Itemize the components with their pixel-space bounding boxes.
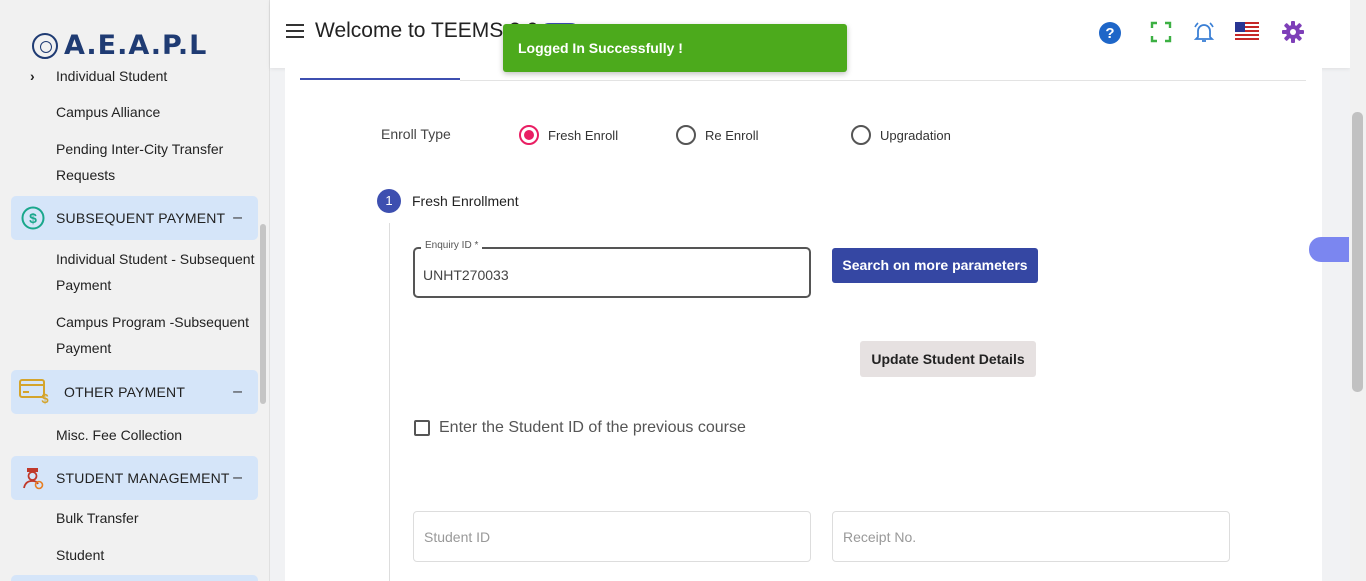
student-id-placeholder: Student ID [424, 529, 491, 545]
checkbox-label: Enter the Student ID of the previous cou… [439, 419, 746, 436]
enrollment-card: Enroll Type Fresh Enroll Re Enroll Upgra… [285, 68, 1322, 581]
sidebar-item-individual-student[interactable]: › Individual Student [30, 63, 256, 89]
radio-label: Upgradation [880, 127, 951, 143]
section-label: OTHER PAYMENT [64, 384, 186, 400]
sidebar-section-student-management[interactable]: STUDENT MANAGEMENT – [11, 456, 258, 500]
help-icon[interactable]: ? [1098, 21, 1122, 45]
sidebar-item-label: Individual Student - Subsequent Payment [56, 251, 255, 293]
radio-re-enroll[interactable]: Re Enroll [676, 125, 758, 145]
svg-text:$: $ [41, 391, 49, 405]
radio-label: Re Enroll [705, 127, 759, 143]
success-toast[interactable]: Logged In Successfully ! [503, 24, 847, 72]
sidebar-item-campus-subsequent[interactable]: Campus Program -Subsequent Payment [56, 309, 256, 361]
sidebar-item-label: Individual Student [56, 68, 168, 84]
enquiry-id-value: UNHT270033 [423, 267, 509, 283]
svg-text:?: ? [1105, 25, 1114, 42]
sidebar-item-misc-fee[interactable]: Misc. Fee Collection [56, 422, 256, 448]
svg-text:$: $ [29, 210, 37, 226]
us-flag-icon[interactable] [1235, 22, 1259, 40]
enquiry-id-field[interactable]: Enquiry ID * UNHT270033 [413, 240, 811, 298]
page-scrollbar[interactable] [1350, 0, 1366, 581]
sidebar-item-label: Campus Program -Subsequent Payment [56, 314, 249, 356]
collapse-icon[interactable]: – [233, 209, 242, 227]
hamburger-menu-icon[interactable] [286, 24, 304, 38]
radio-fresh-enroll[interactable]: Fresh Enroll [519, 125, 618, 145]
section-label: STUDENT MANAGEMENT [56, 470, 230, 486]
radio-unchecked-icon [851, 125, 871, 145]
search-more-parameters-button[interactable]: Search on more parameters [832, 248, 1038, 283]
sidebar-item-label: Misc. Fee Collection [56, 427, 183, 443]
logo-text: A.E.A.P.L [64, 30, 208, 61]
sidebar-scrollbar[interactable] [260, 224, 266, 404]
floating-side-tab[interactable] [1309, 237, 1349, 262]
sidebar: A.E.A.P.L › Individual Student Campus Al… [0, 0, 270, 581]
dollar-circle-icon: $ [21, 206, 45, 230]
sidebar-item-campus-alliance[interactable]: Campus Alliance [56, 99, 256, 125]
sidebar-section-next[interactable] [11, 575, 258, 581]
radio-label: Fresh Enroll [548, 127, 619, 143]
sidebar-item-pending-transfer[interactable]: Pending Inter-City Transfer Requests [56, 136, 256, 188]
student-id-input[interactable]: Student ID [413, 511, 811, 562]
chevron-right-icon: › [30, 68, 35, 84]
section-label: SUBSEQUENT PAYMENT [56, 210, 226, 226]
sidebar-section-subsequent-payment[interactable]: $ SUBSEQUENT PAYMENT – [11, 196, 258, 240]
brand-logo[interactable]: A.E.A.P.L [32, 30, 207, 61]
sidebar-section-other-payment[interactable]: $ OTHER PAYMENT – [11, 370, 258, 414]
fullscreen-icon[interactable] [1149, 20, 1173, 44]
notification-bell-icon[interactable] [1192, 20, 1216, 44]
receipt-no-input[interactable]: Receipt No. [832, 511, 1230, 562]
receipt-no-placeholder: Receipt No. [843, 529, 917, 545]
sidebar-item-individual-subsequent[interactable]: Individual Student - Subsequent Payment [56, 246, 256, 298]
logo-seal-icon [32, 32, 58, 59]
tab-divider [460, 80, 1306, 81]
collapse-icon[interactable]: – [233, 469, 242, 487]
student-icon [23, 468, 44, 490]
card-payment-icon: $ [19, 379, 49, 405]
sidebar-item-label: Campus Alliance [56, 104, 161, 120]
sidebar-item-student[interactable]: Student [56, 542, 256, 568]
sidebar-item-bulk-transfer[interactable]: Bulk Transfer [56, 505, 256, 531]
sidebar-item-label: Bulk Transfer [56, 510, 139, 526]
step-connector-line [389, 223, 390, 581]
step-number-badge: 1 [377, 189, 401, 213]
step-title: Fresh Enrollment [412, 193, 519, 209]
sidebar-item-label: Student [56, 547, 105, 563]
checkbox-unchecked-icon[interactable] [414, 420, 430, 436]
update-student-details-button[interactable]: Update Student Details [860, 341, 1036, 377]
enquiry-id-label: Enquiry ID * [421, 240, 483, 251]
active-tab-indicator [300, 78, 460, 80]
sidebar-item-label: Pending Inter-City Transfer Requests [56, 141, 224, 183]
scrollbar-thumb[interactable] [1352, 112, 1363, 392]
radio-checked-icon [519, 125, 539, 145]
collapse-icon[interactable]: – [233, 383, 242, 401]
radio-upgradation[interactable]: Upgradation [851, 125, 951, 145]
enroll-type-label: Enroll Type [381, 126, 451, 142]
previous-course-checkbox[interactable]: Enter the Student ID of the previous cou… [414, 419, 746, 437]
toast-message: Logged In Successfully ! [518, 40, 683, 56]
radio-unchecked-icon [676, 125, 696, 145]
settings-gear-icon[interactable] [1281, 20, 1305, 44]
